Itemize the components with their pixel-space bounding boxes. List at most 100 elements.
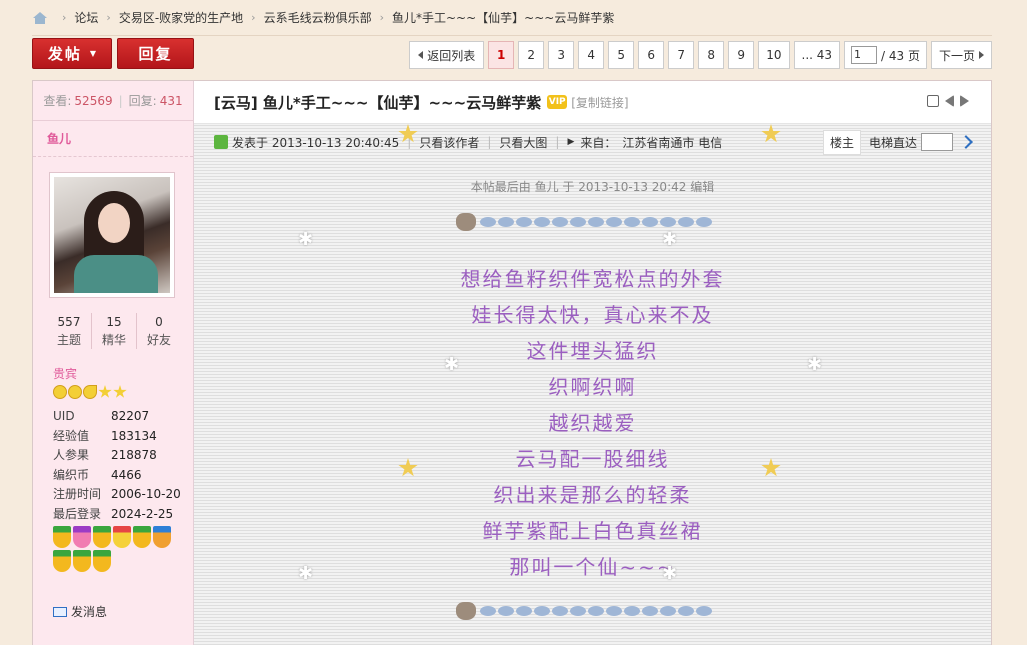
medal-icon[interactable] (93, 550, 111, 572)
replies-label: 回复: (128, 94, 157, 108)
fish-icon (624, 606, 640, 616)
breadcrumb-club[interactable]: 云系毛线云粉俱乐部 (264, 9, 372, 26)
sun-icon (68, 385, 82, 399)
medal-icon[interactable] (73, 550, 91, 572)
from-label: 来自： (580, 135, 617, 150)
page-9[interactable]: 9 (728, 41, 755, 69)
page-6[interactable]: 6 (638, 41, 665, 69)
avatar[interactable] (49, 172, 175, 298)
replies-count: 431 (159, 93, 183, 108)
online-icon (214, 135, 228, 149)
views-count: 52569 (74, 93, 113, 108)
page-4[interactable]: 4 (578, 41, 605, 69)
fish-icon (552, 217, 568, 227)
cat-icon (456, 602, 476, 620)
medal-icon[interactable] (73, 526, 91, 548)
medal-icon[interactable] (113, 526, 131, 548)
fish-icon (588, 606, 604, 616)
post-meta: 发表于 2013-10-13 20:40:45 | 只看该作者 | 只看大图 |… (214, 129, 973, 155)
reply-button[interactable]: 回复 (117, 38, 194, 69)
post-button[interactable]: 发帖 ▼ (32, 38, 112, 69)
copy-link[interactable]: [复制链接] (571, 94, 628, 111)
page-last[interactable]: ... 43 (793, 41, 841, 69)
info-row: 最后登录 2024-2-25 (53, 506, 174, 521)
fish-icon (498, 606, 514, 616)
breadcrumb-trade[interactable]: 交易区-败家党的生产地 (119, 9, 243, 26)
page-3[interactable]: 3 (548, 41, 575, 69)
count-digest[interactable]: 15 精华 (92, 313, 137, 349)
next-page-button[interactable]: 下一页 (930, 41, 992, 69)
page-5[interactable]: 5 (608, 41, 635, 69)
fish-icon (696, 217, 712, 227)
back-label: 返回列表 (427, 48, 476, 63)
snowflake-icon: ✱ (662, 563, 678, 584)
back-to-list-button[interactable]: 返回列表 (409, 41, 485, 69)
chevron-right-icon: › (251, 11, 256, 24)
fish-icon (516, 217, 532, 227)
fish-icon (480, 217, 496, 227)
page-1[interactable]: 1 (488, 41, 515, 69)
edit-note: 本帖最后由 鱼儿 于 2013-10-13 20:42 编辑 (470, 180, 715, 194)
post-time: 发表于 2013-10-13 20:40:45 (232, 135, 400, 150)
count-friends[interactable]: 0 好友 (137, 313, 181, 349)
page-8[interactable]: 8 (698, 41, 725, 69)
author-name[interactable]: 鱼儿 (33, 121, 193, 157)
info-row: UID 82207 (53, 409, 150, 423)
chevron-right-icon: › (106, 11, 111, 24)
fish-icon (678, 606, 694, 616)
author-only-link[interactable]: 只看该作者 (419, 134, 479, 151)
page-total: / 43 页 (881, 48, 920, 63)
arrow-right-icon (979, 51, 984, 59)
count-topics[interactable]: 557 主题 (47, 313, 92, 349)
post-tools (927, 95, 969, 107)
page-2[interactable]: 2 (518, 41, 545, 69)
prev-thread-icon[interactable] (945, 95, 954, 107)
snowflake-icon: ✱ (298, 229, 314, 250)
fish-icon (552, 606, 568, 616)
snowflake-icon: ✱ (662, 229, 678, 250)
fish-icon (498, 217, 514, 227)
breadcrumb: › 论坛 › 交易区-败家党的生产地 › 云系毛线云粉俱乐部 › 鱼儿*手工~~… (32, 0, 992, 36)
fish-icon (642, 217, 658, 227)
divider: | (118, 93, 123, 108)
medal-icon[interactable] (133, 526, 151, 548)
info-row: 人参果 218878 (53, 448, 157, 462)
poem-line: 云马配一股细线 (515, 447, 670, 471)
envelope-icon (53, 606, 67, 617)
page-jump-input[interactable]: 1 (851, 46, 878, 64)
medals (53, 526, 178, 572)
fish-icon (678, 217, 694, 227)
arrow-left-icon (418, 51, 424, 59)
fish-icon (570, 217, 586, 227)
post-content: [云马] 鱼儿*手工~~~【仙芋】~~~云马鲜芋紫 VIP [复制链接] 发表于… (194, 81, 991, 645)
large-image-link[interactable]: 只看大图 (499, 134, 547, 151)
fish-icon (606, 606, 622, 616)
action-bar: 发帖 ▼ 回复 返回列表 1 2 3 4 5 6 7 8 9 10 ... 43 … (32, 37, 992, 73)
chevron-right-icon: › (379, 11, 384, 24)
fish-icon (480, 606, 496, 616)
fish-icon (642, 606, 658, 616)
page-10[interactable]: 10 (758, 41, 790, 69)
medal-icon[interactable] (53, 550, 71, 572)
print-icon[interactable] (927, 95, 939, 107)
user-group[interactable]: 贵宾 (53, 365, 77, 382)
vip-icon: VIP (547, 95, 568, 109)
breadcrumb-forum[interactable]: 论坛 (74, 9, 98, 26)
author-counts: 557 主题 15 精华 0 好友 (47, 313, 181, 349)
page-7[interactable]: 7 (668, 41, 695, 69)
medal-icon[interactable] (93, 526, 111, 548)
caret-down-icon: ▼ (89, 49, 97, 58)
floor-jump-input[interactable] (921, 133, 953, 151)
medal-icon[interactable] (53, 526, 71, 548)
divider: | (487, 135, 492, 149)
next-thread-icon[interactable] (960, 95, 969, 107)
floor-label: 楼主 (822, 129, 861, 155)
jump-arrow-icon[interactable] (959, 135, 973, 149)
poem-line: 想给鱼籽织件宽松点的外套 (460, 267, 725, 291)
home-icon[interactable] (32, 11, 48, 25)
fish-icon (624, 217, 640, 227)
send-message-link[interactable]: 发消息 (53, 603, 107, 620)
level-icons (53, 385, 127, 399)
breadcrumb-thread[interactable]: 鱼儿*手工~~~【仙芋】~~~云马鲜芋紫 (392, 9, 614, 26)
medal-icon[interactable] (153, 526, 171, 548)
